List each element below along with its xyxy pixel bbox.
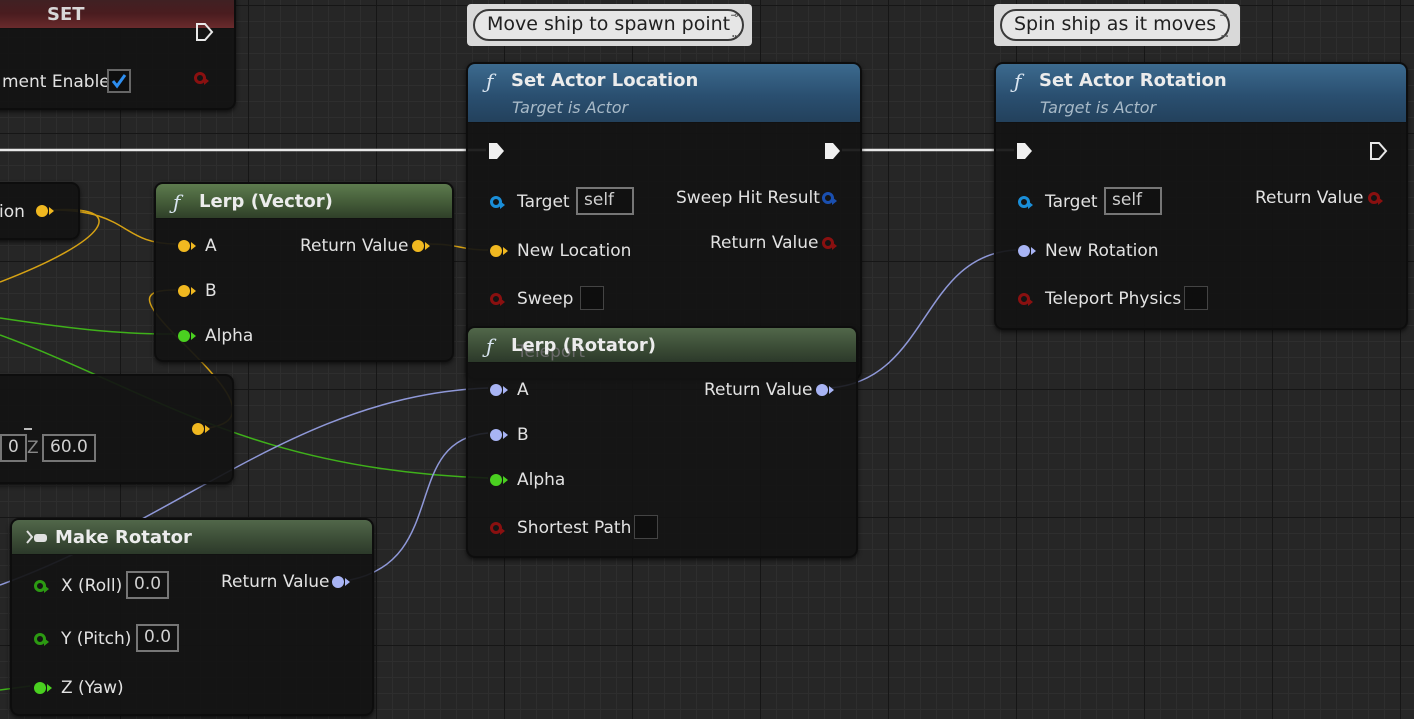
b-label: B xyxy=(205,281,217,301)
vector-out-pin[interactable] xyxy=(192,423,210,435)
lerp-vector-title: Lerp (Vector) xyxy=(199,191,333,212)
exec-in-pin[interactable] xyxy=(486,141,506,161)
shortest-path-checkbox[interactable] xyxy=(634,515,658,539)
b-in-pin[interactable] xyxy=(490,429,508,441)
y-pitch-label: Y (Pitch) xyxy=(61,629,132,649)
partial-vector-node[interactable]: 0 Z 60.0 xyxy=(0,374,234,484)
new-rotation-in-pin[interactable] xyxy=(1018,245,1036,257)
target-in-pin[interactable] xyxy=(490,196,505,209)
sweep-hit-result-label: Sweep Hit Result xyxy=(676,188,820,208)
b-label: B xyxy=(517,425,529,445)
sweep-in-pin[interactable] xyxy=(490,293,505,306)
boolean-out-pin[interactable] xyxy=(194,72,209,85)
lerp-rotator-title: Lerp (Rotator) xyxy=(511,335,656,356)
a-label: A xyxy=(517,380,529,400)
return-value-label: Return Value xyxy=(221,572,330,592)
comment-spin-ship[interactable]: Spin ship as it moves ⊸ … xyxy=(994,4,1240,46)
a-in-pin[interactable] xyxy=(490,384,508,396)
make-rotator-title: Make Rotator xyxy=(55,527,192,548)
set-node[interactable]: SET ment Enabled xyxy=(0,0,236,110)
x-value-field[interactable]: 0 xyxy=(0,434,27,462)
target-self-field[interactable]: self xyxy=(1104,187,1162,215)
float-wire xyxy=(0,317,177,335)
set-actor-rotation-title: Set Actor Rotation xyxy=(1039,70,1227,91)
comment-text[interactable]: Spin ship as it moves xyxy=(1000,9,1231,41)
return-value-out-pin[interactable] xyxy=(332,576,350,588)
function-icon: ƒ xyxy=(173,190,181,214)
target-label: Target xyxy=(517,192,570,212)
pin-icon[interactable]: ⊸ xyxy=(731,8,738,22)
teleport-physics-checkbox[interactable] xyxy=(1184,286,1208,310)
set-actor-location-title: Set Actor Location xyxy=(511,70,699,91)
new-location-in-pin[interactable] xyxy=(490,245,508,257)
new-location-label: New Location xyxy=(517,241,632,261)
set-node-checkbox[interactable] xyxy=(107,69,131,93)
lerp-rotator-node[interactable]: Teleport ƒ Lerp (Rotator) A B Alpha Shor… xyxy=(466,326,858,558)
z-yaw-in-pin[interactable] xyxy=(34,682,52,694)
b-in-pin[interactable] xyxy=(178,285,196,297)
z-value-field[interactable]: 60.0 xyxy=(42,434,96,462)
teleport-physics-in-pin[interactable] xyxy=(1018,293,1033,306)
y-pitch-in-pin[interactable] xyxy=(34,633,49,646)
comment-text[interactable]: Move ship to spawn point xyxy=(473,9,745,41)
checkmark-icon xyxy=(111,74,127,89)
make-rotator-node[interactable]: Make Rotator X (Roll) 0.0 Y (Pitch) 0.0 … xyxy=(10,518,374,716)
z-label: Z xyxy=(27,438,39,458)
exec-out-pin[interactable] xyxy=(1368,141,1388,161)
function-icon: ƒ xyxy=(486,334,494,358)
sweep-checkbox[interactable] xyxy=(580,286,604,310)
shortest-path-in-pin[interactable] xyxy=(490,522,505,535)
ellipsis-icon[interactable]: … xyxy=(1221,26,1228,40)
z-yaw-label: Z (Yaw) xyxy=(61,678,124,698)
exec-out-pin[interactable] xyxy=(822,141,842,161)
return-value-label: Return Value xyxy=(300,236,409,256)
set-actor-rotation-node[interactable]: ƒ Set Actor Rotation Target is Actor Tar… xyxy=(994,62,1408,330)
ellipsis-icon[interactable]: … xyxy=(732,26,739,40)
pin-icon[interactable]: ⊸ xyxy=(1220,8,1227,22)
a-in-pin[interactable] xyxy=(178,240,196,252)
y-pitch-field[interactable]: 0.0 xyxy=(136,624,180,652)
x-roll-label: X (Roll) xyxy=(61,576,123,596)
return-value-label: Return Value xyxy=(710,233,819,253)
partial-node-label: ion xyxy=(0,202,25,222)
return-value-out-pin[interactable] xyxy=(822,237,837,250)
sweep-label: Sweep xyxy=(517,289,574,309)
set-actor-location-subtitle: Target is Actor xyxy=(512,98,629,117)
set-actor-rotation-subtitle: Target is Actor xyxy=(1040,98,1157,117)
return-value-out-pin[interactable] xyxy=(816,384,834,396)
x-roll-in-pin[interactable] xyxy=(34,580,49,593)
target-label: Target xyxy=(1045,192,1098,212)
teleport-physics-label: Teleport Physics xyxy=(1045,289,1182,309)
function-icon: ƒ xyxy=(1014,69,1022,93)
vector-out-pin[interactable] xyxy=(36,205,54,217)
alpha-label: Alpha xyxy=(205,326,254,346)
new-rotation-label: New Rotation xyxy=(1045,241,1159,261)
target-in-pin[interactable] xyxy=(1018,196,1033,209)
comment-move-ship[interactable]: Move ship to spawn point ⊸ … xyxy=(467,4,752,46)
return-value-label: Return Value xyxy=(1255,188,1364,208)
alpha-in-pin[interactable] xyxy=(490,474,508,486)
exec-in-pin[interactable] xyxy=(1014,141,1034,161)
make-struct-icon xyxy=(26,530,47,544)
set-node-title: SET xyxy=(47,4,85,25)
alpha-in-pin[interactable] xyxy=(178,330,196,342)
function-icon: ƒ xyxy=(486,69,494,93)
set-node-pin-label: ment Enabled xyxy=(2,72,121,92)
partial-node-top[interactable]: ion xyxy=(0,182,80,240)
sweep-hit-result-out-pin[interactable] xyxy=(822,192,837,205)
target-self-field[interactable]: self xyxy=(576,187,634,215)
exec-out-pin[interactable] xyxy=(194,22,214,42)
x-roll-field[interactable]: 0.0 xyxy=(126,571,170,599)
return-value-label: Return Value xyxy=(704,380,813,400)
alpha-label: Alpha xyxy=(517,470,566,490)
a-label: A xyxy=(205,236,217,256)
lerp-vector-node[interactable]: ƒ Lerp (Vector) A B Alpha Return Value xyxy=(154,182,454,362)
return-value-out-pin[interactable] xyxy=(1368,192,1383,205)
separator-mark xyxy=(24,428,32,430)
return-value-out-pin[interactable] xyxy=(412,240,430,252)
shortest-path-label: Shortest Path xyxy=(517,518,632,538)
